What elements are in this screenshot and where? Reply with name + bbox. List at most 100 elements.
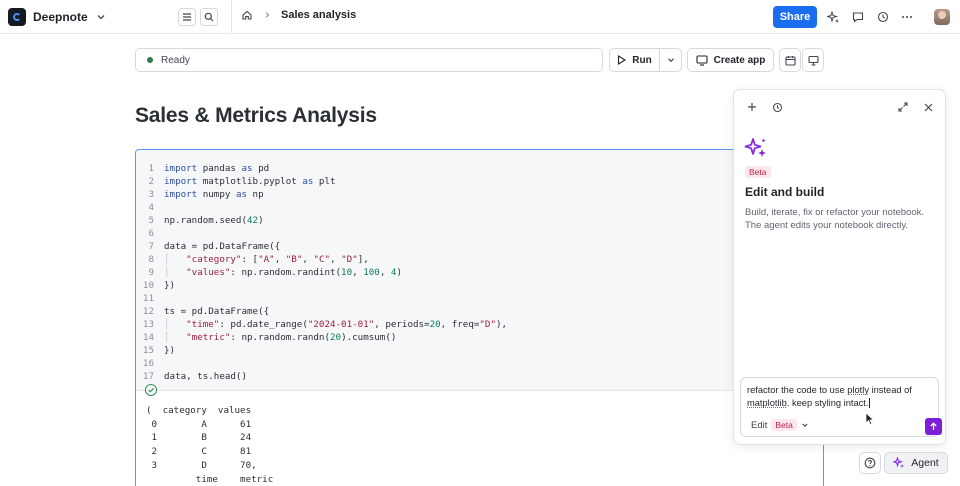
code-line[interactable]: 1 import pandas as pd: [136, 162, 823, 175]
code-token: 20: [329, 332, 342, 343]
code-token: ),: [496, 319, 508, 330]
play-icon: [618, 55, 627, 65]
comment-icon: [852, 12, 864, 23]
search-icon: [204, 12, 214, 22]
code-token: ,: [274, 254, 286, 265]
output-line: 0 A 61: [146, 418, 252, 430]
line-number: 1: [148, 163, 154, 174]
history-button[interactable]: [876, 10, 890, 24]
line-number: 7: [148, 241, 154, 252]
code-token: import: [164, 176, 198, 187]
prompt-word-1: plotly: [847, 385, 869, 395]
code-token: │: [164, 332, 187, 343]
code-line[interactable]: 14 │ "metric": np.random.randn(20).cumsum…: [136, 331, 823, 344]
run-options-button[interactable]: [660, 49, 681, 71]
code-line[interactable]: 12 ts = pd.DataFrame({: [136, 305, 823, 318]
code-line[interactable]: 4: [136, 201, 823, 214]
agent-title: Edit and build: [745, 185, 825, 199]
code-token: as: [241, 163, 253, 174]
code-token: "values": [186, 267, 231, 278]
prompt-part-1: refactor the code to use: [747, 385, 848, 395]
top-bar: Deepnote Sales analysis Share: [0, 0, 960, 34]
send-button[interactable]: [925, 418, 942, 435]
check-circle-icon: [145, 384, 157, 396]
history-icon: [772, 102, 782, 112]
line-number: 5: [148, 215, 154, 226]
code-line[interactable]: 16: [136, 357, 823, 370]
code-token: import: [164, 189, 198, 200]
code-line[interactable]: 2 import matplotlib.pyplot as plt: [136, 175, 823, 188]
kernel-status-text: Ready: [161, 54, 190, 66]
workspace-logo-icon: [8, 8, 26, 26]
code-token: ): [396, 267, 402, 278]
agent-toggle-button[interactable]: Agent: [884, 452, 948, 474]
agent-mode-selector[interactable]: Edit Beta: [751, 419, 809, 431]
code-line[interactable]: 5 np.random.seed(42): [136, 214, 823, 227]
more-button[interactable]: [900, 10, 914, 24]
agent-sparkle-button[interactable]: [826, 10, 840, 24]
share-button[interactable]: Share: [773, 6, 817, 28]
code-line[interactable]: 15}): [136, 344, 823, 357]
notebook-breadcrumb-title[interactable]: Sales analysis: [281, 9, 356, 21]
user-avatar[interactable]: [934, 9, 950, 25]
run-button[interactable]: Run: [610, 49, 660, 71]
code-line[interactable]: 11: [136, 292, 823, 305]
workspace-switcher[interactable]: Deepnote: [8, 8, 107, 26]
code-token: data = pd.DataFrame({: [164, 241, 281, 252]
code-token: ,: [352, 267, 364, 278]
code-token: , freq=: [440, 319, 480, 330]
code-token: data, ts.head(): [164, 371, 247, 382]
code-line[interactable]: 13 │ "time": pd.date_range("2024-01-01", …: [136, 318, 823, 331]
new-chat-button[interactable]: [745, 100, 759, 114]
code-token: : [: [241, 254, 259, 265]
code-line[interactable]: 6: [136, 227, 823, 240]
code-line[interactable]: 17 data, ts.head(): [136, 370, 823, 383]
agent-prompt-input[interactable]: refactor the code to use plotly instead …: [740, 377, 942, 437]
code-line[interactable]: 10}): [136, 279, 823, 292]
line-number: 17: [142, 371, 154, 382]
prompt-text[interactable]: refactor the code to use plotly instead …: [747, 384, 933, 409]
search-button[interactable]: [200, 8, 218, 26]
code-token: "D": [479, 319, 496, 330]
output-line: ( category values: [146, 405, 252, 416]
plus-icon: [748, 103, 756, 111]
mouse-cursor-icon: [865, 412, 875, 426]
code-cell[interactable]: 1 import pandas as pd 2 import matplotlib.p…: [135, 149, 824, 486]
code-token: import: [164, 163, 198, 174]
code-token: ,: [330, 254, 342, 265]
home-icon[interactable]: [241, 9, 253, 21]
agent-description: Build, iterate, fix or refactor your not…: [745, 207, 925, 231]
create-app-label: Create app: [713, 54, 766, 66]
create-app-button[interactable]: Create app: [687, 48, 774, 72]
code-token: "time": [186, 319, 220, 330]
menu-button[interactable]: [178, 8, 196, 26]
code-line[interactable]: 8 │ "category": ["A", "B", "C", "D"],: [136, 253, 823, 266]
output-line: 1 B 24: [146, 432, 252, 444]
run-label: Run: [632, 54, 652, 66]
code-token: as: [235, 189, 248, 200]
code-token: matplotlib.pyplot: [197, 176, 303, 187]
code-token: numpy: [197, 189, 236, 200]
code-token: 20: [429, 319, 441, 330]
code-token: 100: [363, 267, 380, 278]
code-line[interactable]: 9 │ "values": np.random.randint(10, 100, …: [136, 266, 823, 279]
code-token: │: [164, 267, 187, 278]
present-icon: [807, 55, 819, 66]
code-token: 10: [341, 267, 353, 278]
code-line[interactable]: 7 data = pd.DataFrame({: [136, 240, 823, 253]
line-number: 11: [142, 293, 154, 304]
present-button[interactable]: [802, 48, 824, 72]
line-number: 6: [148, 228, 154, 239]
close-panel-button[interactable]: [921, 100, 935, 114]
code-editor[interactable]: 1 import pandas as pd 2 import matplotlib.p…: [136, 150, 823, 390]
code-line[interactable]: 3 import numpy as np: [136, 188, 823, 201]
expand-panel-button[interactable]: [896, 100, 910, 114]
schedule-button[interactable]: [779, 48, 801, 72]
help-icon: [864, 457, 876, 469]
help-button[interactable]: [859, 452, 881, 474]
code-token: }): [164, 345, 176, 356]
comments-button[interactable]: [851, 10, 865, 24]
agent-history-button[interactable]: [770, 100, 784, 114]
notebook-title[interactable]: Sales & Metrics Analysis: [135, 104, 377, 128]
chevron-right-icon: [265, 12, 270, 18]
